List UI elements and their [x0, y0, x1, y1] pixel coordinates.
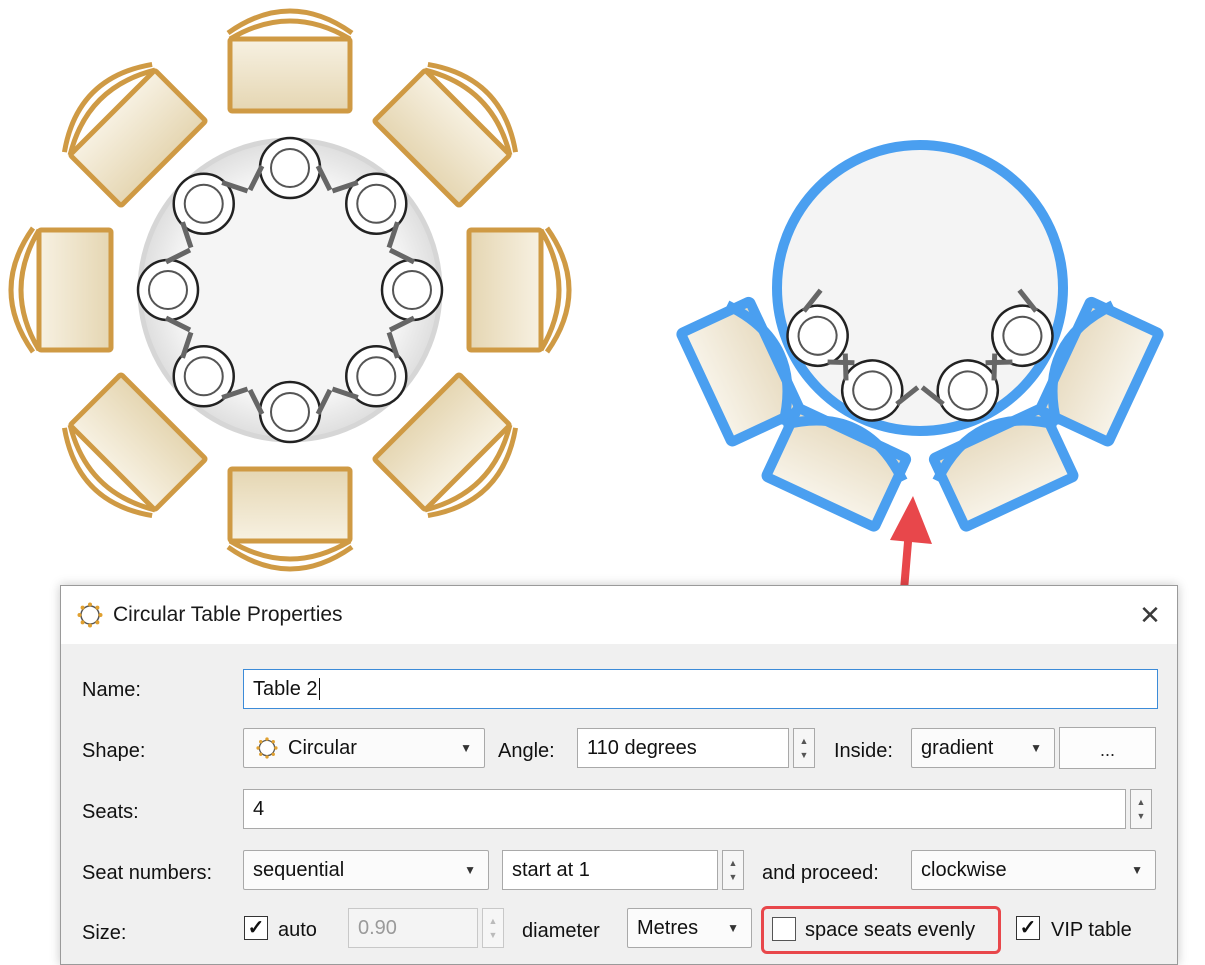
- diameter-label: diameter: [522, 920, 600, 942]
- inside-options-button[interactable]: ...: [1059, 727, 1156, 769]
- start-at-spinner[interactable]: ▲ ▼: [722, 850, 744, 890]
- seats-spinner[interactable]: ▲ ▼: [1130, 789, 1152, 829]
- shape-dropdown[interactable]: Circular ▼: [243, 728, 485, 768]
- angle-label: Angle:: [498, 740, 555, 762]
- seat-numbers-label: Seat numbers:: [82, 862, 213, 884]
- seats-label: Seats:: [82, 801, 139, 823]
- size-field[interactable]: 0.90: [348, 908, 478, 948]
- table-1[interactable]: [11, 11, 569, 569]
- circular-table-icon: [256, 737, 278, 759]
- vip-table-label: VIP table: [1051, 919, 1132, 941]
- table-2-selected[interactable]: [678, 140, 1162, 530]
- seats-field[interactable]: 4: [243, 789, 1126, 829]
- close-icon[interactable]: ✕: [1133, 598, 1167, 632]
- shape-label: Shape:: [82, 740, 146, 762]
- name-label: Name:: [82, 679, 141, 701]
- dialog-titlebar: Circular Table Properties ✕: [61, 586, 1177, 644]
- start-at-field[interactable]: start at 1: [502, 850, 718, 890]
- chevron-down-icon: ▼: [1030, 741, 1042, 755]
- chevron-down-icon: ▼: [1131, 863, 1143, 877]
- table-2-top: [772, 140, 1068, 436]
- chevron-down-icon: ▼: [464, 863, 476, 877]
- proceed-dropdown[interactable]: clockwise ▼: [911, 850, 1156, 890]
- unit-dropdown[interactable]: Metres ▼: [627, 908, 752, 948]
- name-field[interactable]: Table 2: [243, 669, 1158, 709]
- circular-table-properties-dialog: Circular Table Properties ✕ Name: Table …: [60, 585, 1178, 965]
- inside-dropdown[interactable]: gradient ▼: [911, 728, 1055, 768]
- size-label: Size:: [82, 922, 127, 944]
- circular-table-icon: [77, 602, 103, 628]
- seat-numbers-dropdown[interactable]: sequential ▼: [243, 850, 489, 890]
- angle-spinner[interactable]: ▲ ▼: [793, 728, 815, 768]
- auto-size-label: auto: [278, 919, 317, 941]
- auto-size-checkbox[interactable]: ✓: [244, 916, 268, 940]
- annotation-highlight-box: [761, 906, 1001, 954]
- proceed-label: and proceed:: [762, 862, 879, 884]
- chevron-down-icon: ▼: [460, 741, 472, 755]
- angle-field[interactable]: 110 degrees: [577, 728, 789, 768]
- size-spinner[interactable]: ▲ ▼: [482, 908, 504, 948]
- vip-table-checkbox[interactable]: ✓: [1016, 916, 1040, 940]
- inside-label: Inside:: [834, 740, 893, 762]
- dialog-title: Circular Table Properties: [113, 603, 343, 626]
- chevron-down-icon: ▼: [727, 921, 739, 935]
